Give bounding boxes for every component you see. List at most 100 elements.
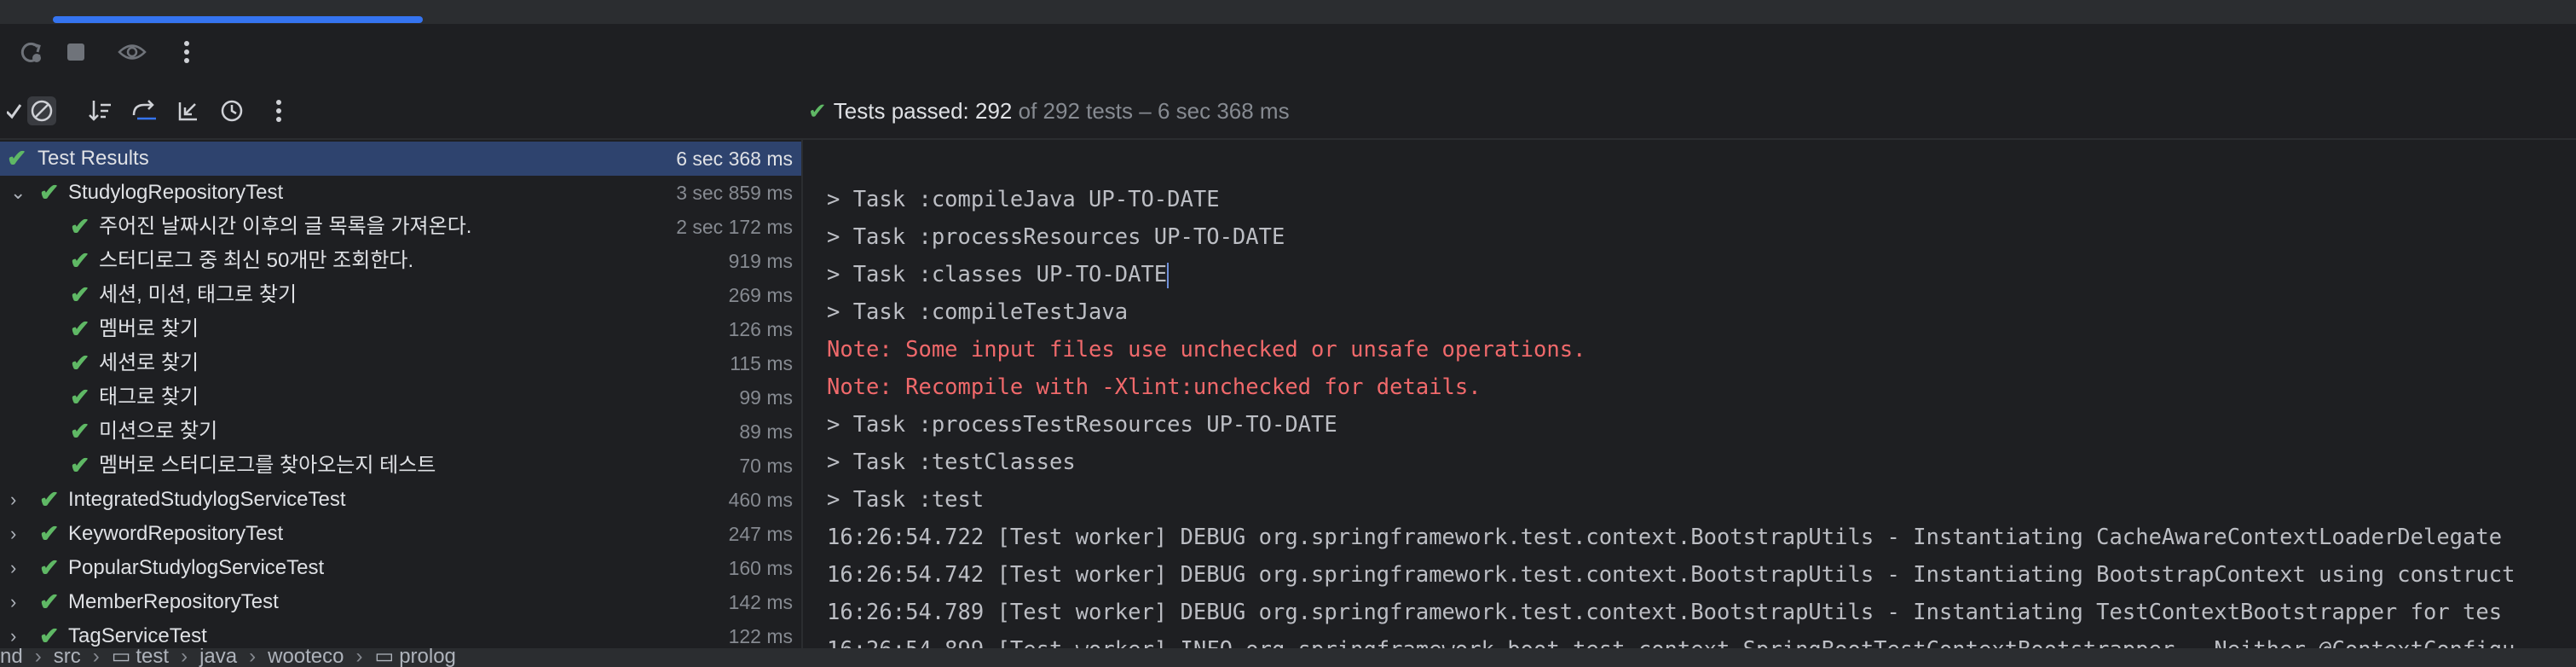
chevron-right-icon[interactable]: ›: [10, 585, 27, 619]
chevron-down-icon[interactable]: ⌄: [10, 176, 27, 210]
more-options-icon[interactable]: [264, 96, 293, 125]
status-passed-count: 292: [975, 98, 1013, 124]
tree-row-name: 세션, 미션, 태그로 찾기: [99, 283, 297, 306]
tree-row[interactable]: › ✔ TagServiceTest 122 ms: [0, 619, 801, 648]
tree-row-name: MemberRepositoryTest: [68, 590, 279, 613]
tree-row[interactable]: ✔ 멤버로 스터디로그를 찾아오는지 테스트 70 ms: [0, 449, 801, 483]
sort-icon[interactable]: [85, 96, 114, 125]
tree-row-duration: 269 ms: [728, 284, 793, 306]
tree-row-duration: 99 ms: [739, 386, 793, 409]
tree-row-name: Test Results: [38, 147, 149, 170]
pass-check-icon: ✔: [39, 589, 60, 615]
breadcrumb-item[interactable]: nd: [0, 648, 23, 667]
tree-row-duration: 919 ms: [728, 250, 793, 272]
breadcrumb-item[interactable]: wooteco: [268, 648, 344, 667]
pass-check-icon: ✔: [808, 98, 827, 124]
tree-row-duration: 142 ms: [728, 591, 793, 613]
pass-check-icon: ✔: [70, 350, 90, 376]
console-error-line: Note: Recompile with -Xlint:unchecked fo…: [827, 374, 1481, 400]
chevron-right-icon[interactable]: ›: [10, 619, 27, 648]
show-ignored-icon[interactable]: [27, 96, 56, 125]
pass-check-icon: ✔: [39, 486, 60, 513]
breadcrumb-separator-icon: ›: [249, 648, 257, 667]
tree-row-duration: 115 ms: [730, 352, 793, 374]
tree-row-name: PopularStudylogServiceTest: [68, 556, 325, 579]
chevron-right-icon[interactable]: ›: [10, 517, 27, 551]
folder-icon: ▭: [111, 648, 131, 667]
rerun-icon[interactable]: [17, 38, 46, 67]
tree-row-name: 멤버로 찾기: [99, 317, 199, 340]
status-duration: – 6 sec 368 ms: [1133, 98, 1290, 124]
tree-row-duration: 160 ms: [728, 557, 793, 579]
tree-row[interactable]: ✔ 세션, 미션, 태그로 찾기 269 ms: [0, 278, 801, 312]
console-line: > Task :testClasses: [827, 450, 1076, 475]
pass-check-icon: ✔: [7, 145, 27, 171]
console-error-line: Note: Some input files use unchecked or …: [827, 337, 1586, 362]
pass-check-icon: ✔: [70, 281, 90, 308]
tree-row-duration: 247 ms: [728, 523, 793, 545]
tree-row[interactable]: › ✔ IntegratedStudylogServiceTest 460 ms: [0, 483, 801, 517]
pass-check-icon: ✔: [39, 520, 60, 547]
tree-row-root[interactable]: ✔ Test Results 6 sec 368 ms: [0, 142, 801, 176]
tree-row-name: 세션로 찾기: [99, 351, 199, 374]
console-line: > Task :processTestResources UP-TO-DATE: [827, 412, 1337, 438]
tree-row[interactable]: › ✔ PopularStudylogServiceTest 160 ms: [0, 551, 801, 585]
breadcrumb-separator-icon: ›: [355, 648, 363, 667]
breadcrumb-item[interactable]: java: [199, 648, 237, 667]
breadcrumb: nd › src › ▭ test › java › wooteco › ▭ prolog: [0, 648, 456, 667]
tree-row-name: KeywordRepositoryTest: [68, 522, 284, 545]
tree-row-duration: 126 ms: [728, 318, 793, 340]
tree-row[interactable]: › ✔ MemberRepositoryTest 142 ms: [0, 585, 801, 619]
tree-row[interactable]: ✔ 태그로 찾기 99 ms: [0, 380, 801, 415]
tree-row-duration: 70 ms: [739, 455, 793, 477]
console-line: > Task :compileJava UP-TO-DATE: [827, 187, 1220, 212]
tree-row-name: IntegratedStudylogServiceTest: [68, 488, 346, 511]
tree-row-duration: 460 ms: [728, 489, 793, 511]
tree-row-name: StudylogRepositoryTest: [68, 181, 284, 204]
tree-row[interactable]: ✔ 멤버로 찾기 126 ms: [0, 312, 801, 346]
breadcrumb-item[interactable]: prolog: [399, 648, 456, 667]
console-line: > Task :test: [827, 487, 985, 513]
tree-row-name: 주어진 날짜시간 이후의 글 목록을 가져온다.: [99, 215, 472, 238]
chevron-right-icon[interactable]: ›: [10, 551, 27, 585]
tree-row-name: 태그로 찾기: [99, 386, 199, 409]
console-line: > Task :processResources UP-TO-DATE: [827, 224, 1285, 250]
tree-row-name: 미션으로 찾기: [99, 420, 218, 443]
pass-check-icon: ✔: [70, 316, 90, 342]
navigation-bar: nd › src › ▭ test › java › wooteco › ▭ prolog: [0, 648, 2576, 667]
status-prefix: Tests passed:: [833, 98, 975, 124]
active-tab-indicator: [53, 16, 423, 23]
tree-row-duration: 89 ms: [739, 420, 793, 443]
collapse-icon[interactable]: [130, 96, 159, 125]
tree-row-duration: 6 sec 368 ms: [676, 148, 793, 170]
tree-row[interactable]: ⌄ ✔ StudylogRepositoryTest 3 sec 859 ms: [0, 176, 801, 210]
console-output[interactable]: > Task :compileJava UP-TO-DATE > Task :pr…: [803, 140, 2576, 648]
status-total: of 292 tests: [1012, 98, 1134, 124]
tree-row[interactable]: ✔ 미션으로 찾기 89 ms: [0, 415, 801, 449]
breadcrumb-item[interactable]: src: [54, 648, 81, 667]
tree-row[interactable]: ✔ 세션로 찾기 115 ms: [0, 346, 801, 380]
more-options-icon[interactable]: [172, 38, 201, 67]
tree-row[interactable]: › ✔ KeywordRepositoryTest 247 ms: [0, 517, 801, 551]
text-caret: [1167, 263, 1170, 288]
pass-check-icon: ✔: [70, 247, 90, 274]
console-line: > Task :classes UP-TO-DATE: [827, 262, 1170, 288]
tree-row-duration: 2 sec 172 ms: [676, 216, 793, 238]
history-icon[interactable]: [218, 96, 247, 125]
breadcrumb-item[interactable]: test: [136, 648, 169, 667]
chevron-right-icon[interactable]: ›: [10, 483, 27, 517]
test-results-tree[interactable]: ✔ Test Results 6 sec 368 ms ⌄ ✔ StudylogRe…: [0, 140, 801, 648]
eye-icon[interactable]: [118, 38, 147, 67]
test-status-summary: ✔ Tests passed: 292 of 292 tests – 6 sec …: [808, 94, 1290, 128]
tree-row[interactable]: ✔ 스터디로그 중 최신 50개만 조회한다. 919 ms: [0, 244, 801, 278]
tree-row[interactable]: ✔ 주어진 날짜시간 이후의 글 목록을 가져온다. 2 sec 172 ms: [0, 210, 801, 244]
tree-row-name: TagServiceTest: [68, 624, 207, 647]
breadcrumb-separator-icon: ›: [34, 648, 42, 667]
import-tests-icon[interactable]: [174, 96, 203, 125]
tree-row-name: 스터디로그 중 최신 50개만 조회한다.: [99, 249, 414, 272]
pass-check-icon: ✔: [39, 623, 60, 648]
stop-icon[interactable]: [61, 38, 90, 67]
pass-check-icon: ✔: [70, 213, 90, 240]
show-passed-icon[interactable]: [0, 96, 29, 125]
run-toolbar: [0, 26, 2576, 80]
